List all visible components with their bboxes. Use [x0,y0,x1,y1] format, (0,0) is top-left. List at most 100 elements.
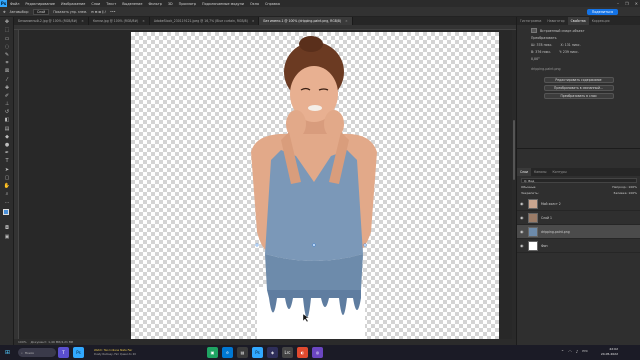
layer-row[interactable]: ◉ Фон [517,239,640,253]
type-tool-icon[interactable]: T [3,158,11,164]
clone-stamp-icon[interactable]: ⊥ [3,101,11,107]
path-select-icon[interactable]: ➤ [3,167,11,173]
angle-field[interactable]: 0,00° [531,57,636,61]
close-icon[interactable]: ✕ [635,1,638,6]
tab-channels[interactable]: Каналы [531,168,549,176]
layer-row[interactable]: ◉ Мой холст 2 [517,197,640,211]
eyedropper-icon[interactable]: ⁄ [3,77,11,83]
menu-type[interactable]: Текст [103,2,119,6]
menu-layer[interactable]: Слои [88,2,103,6]
menu-edit[interactable]: Редактирование [22,2,58,6]
folder-icon[interactable]: ▤ [237,347,248,358]
hand-tool-icon[interactable]: ✋ [3,183,11,189]
move-tool-icon[interactable]: ✥ [3,10,6,14]
healing-brush-icon[interactable]: ✚ [3,85,11,91]
zoom-tool-icon[interactable]: ⌕ [3,191,11,197]
close-tab-icon[interactable]: × [142,19,145,23]
teams-icon[interactable]: T [58,347,69,358]
menu-image[interactable]: Изображение [58,2,88,6]
taskbar-search[interactable]: ⌕ Поиск [18,348,56,357]
crop-tool-icon[interactable]: ⌗ [3,60,11,66]
visibility-eye-icon[interactable]: ◉ [520,215,525,220]
app-icon[interactable]: ◎ [312,347,323,358]
close-tab-icon[interactable]: × [81,19,84,23]
app-icon[interactable]: ▣ [207,347,218,358]
wifi-icon[interactable]: ◠ [568,349,572,354]
quick-select-icon[interactable]: ✎ [3,52,11,58]
scrollbar-thumb[interactable] [513,120,515,180]
close-tab-icon[interactable]: × [252,19,255,23]
minimize-icon[interactable]: – [617,1,619,6]
visibility-eye-icon[interactable]: ◉ [520,243,525,248]
volume-icon[interactable]: ♪ [576,349,579,354]
y-field[interactable]: Y: 239 пикс. [559,50,579,54]
tab-layers[interactable]: Слои [517,168,532,176]
opacity-field[interactable]: Непрозр.: 100% [612,185,637,189]
menu-view[interactable]: Просмотр [176,2,199,6]
foreground-color-swatch[interactable] [3,209,9,216]
menu-plugins[interactable]: Подключаемые модули [199,2,247,6]
photoshop-taskbar-icon[interactable]: Ps [73,347,84,358]
brush-tool-icon[interactable]: ✐ [3,93,11,99]
more-tools-icon[interactable]: … [3,199,11,205]
marquee-tool-icon[interactable]: ▭ [3,36,11,42]
layer-row[interactable]: ◉ dripping-paint.png [517,225,640,239]
app-icon[interactable]: Lrc [282,347,293,358]
layer-row[interactable]: ◉ Слой 1 [517,211,640,225]
maximize-icon[interactable]: ❐ [625,1,629,6]
tab-histogram[interactable]: Гистограмма [517,17,544,25]
tab-properties[interactable]: Свойства [567,17,589,25]
align-icons[interactable]: ⊟ ⊞ ⊠ ⫼ ⫽ [91,10,106,14]
photoshop-app-icon[interactable]: Ps [252,347,263,358]
frame-tool-icon[interactable]: ⊠ [3,68,11,74]
tab-navigator[interactable]: Навигатор [544,17,567,25]
language-indicator[interactable]: РУС [582,349,588,354]
screen-mode-icon[interactable]: ▣ [3,234,11,240]
app-icon[interactable]: ◈ [267,347,278,358]
show-transform-controls[interactable]: Показать упр. элем. [53,10,87,14]
share-button[interactable]: Поделиться [586,9,618,15]
convert-to-layers-button[interactable]: Преобразовать в слои [543,93,614,99]
blend-mode-dropdown[interactable]: Обычные [521,185,536,189]
menu-select[interactable]: Выделение [119,2,145,6]
zoom-level[interactable]: 100% [18,340,27,344]
visibility-eye-icon[interactable]: ◉ [520,201,525,206]
menu-3d[interactable]: 3D [165,2,176,6]
visibility-eye-icon[interactable]: ◉ [520,229,525,234]
menu-filter[interactable]: Фильтр [145,2,164,6]
blur-tool-icon[interactable]: ◆ [3,134,11,140]
chevron-up-icon[interactable]: ⌃ [561,349,564,354]
fill-field[interactable]: Заливка: 100% [613,191,637,195]
vertical-ruler[interactable] [14,30,19,345]
artboard-tool-icon[interactable]: ⬚ [3,27,11,33]
width-field[interactable]: Ш: 378 пикс. [531,43,552,47]
horizontal-ruler[interactable] [14,25,516,30]
taskbar-clock[interactable]: 22:02 24.05.2022 [601,347,618,356]
windows-start-icon[interactable]: ⊞ [2,347,13,358]
app-icon[interactable]: ◐ [297,347,308,358]
layer-filter-dropdown[interactable]: Q. Вид [521,178,637,183]
eraser-tool-icon[interactable]: ◧ [3,117,11,123]
x-field[interactable]: X: 131 пикс. [560,43,580,47]
close-tab-icon[interactable]: × [345,19,348,23]
tab-adjustments[interactable]: Коррекция [589,17,613,25]
quick-mask-icon[interactable]: ◘ [3,225,11,231]
history-brush-icon[interactable]: ↺ [3,109,11,115]
rectangle-tool-icon[interactable]: ▢ [3,175,11,181]
edit-contents-button[interactable]: Редактировать содержимое [543,77,614,83]
tab-paths[interactable]: Контуры [549,168,569,176]
edge-icon[interactable]: e [222,347,233,358]
color-swatches[interactable] [2,208,12,222]
more-options-icon[interactable]: ••• [110,10,116,14]
menu-window[interactable]: Окно [247,2,262,6]
news-widget[interactable]: Watch: Two Indiana State Fair Dusty Rams… [94,347,138,358]
height-field[interactable]: В: 376 пикс. [531,50,551,54]
dodge-tool-icon[interactable]: ● [3,142,11,148]
convert-to-linked-button[interactable]: Преобразовать в связанный... [543,85,614,91]
tab-document-4[interactable]: Без имени-1 @ 100% (dripping-paint.png, … [259,17,353,25]
gradient-tool-icon[interactable]: ▤ [3,126,11,132]
document-size[interactable]: Документ: 1,49 Мб/4,21 Мб [31,340,74,344]
menu-file[interactable]: Файл [7,2,22,6]
move-tool-icon[interactable]: ✥ [3,19,11,25]
tab-document-2[interactable]: Капли.jpg @ 100% (RGB/8#) × [89,17,150,25]
